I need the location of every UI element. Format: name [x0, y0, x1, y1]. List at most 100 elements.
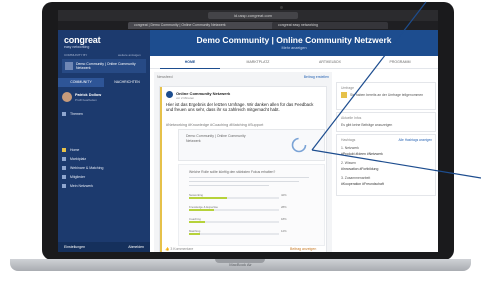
- sidebar-tabs: COMMUNITY NACHRICHTEN: [58, 78, 150, 87]
- survey-option-track: [189, 233, 279, 235]
- sidebar-item-themes[interactable]: Themen: [62, 110, 146, 118]
- community-more-link[interactable]: weitere anzeigen: [118, 53, 141, 57]
- like-icon[interactable]: 👍: [165, 247, 169, 251]
- profile-edit-link[interactable]: Profil bearbeiten: [75, 98, 97, 102]
- sidebar-item-label: Mein Netzwerk: [70, 184, 94, 188]
- survey-title: Welche Rolle sollte künftig den stärkste…: [189, 170, 276, 174]
- logout-button[interactable]: Abmelden: [128, 242, 144, 252]
- widget-text: Es gibt keine Beiträge anzuzeigen: [341, 123, 393, 127]
- members-icon: [62, 175, 66, 180]
- sidebar-item-label: Home: [70, 148, 80, 152]
- survey-option-track: [189, 197, 279, 199]
- sidebar-item-network[interactable]: Mein Netzwerk: [62, 182, 146, 190]
- widget-title: Umfrage: [341, 86, 355, 90]
- camera-icon: [280, 6, 283, 9]
- page-title: Demo Community | Online Community Netzwe…: [196, 35, 392, 45]
- hashtag-list[interactable]: #Innovation #Fortbildung: [341, 167, 378, 171]
- hashtag-group-title: 1. Netzwerk: [341, 146, 359, 150]
- tab-program[interactable]: PROGRAMM: [370, 56, 430, 68]
- survey-text-line: [189, 181, 299, 183]
- address-bar[interactable]: id.ussp.congreat.com: [208, 12, 298, 19]
- tab-home[interactable]: HOME: [160, 56, 220, 69]
- post-time: vor 2 Minuten: [176, 96, 195, 100]
- survey-option-percent: 18%: [281, 217, 287, 221]
- browser-tab-2[interactable]: congreat easy networking: [272, 22, 388, 29]
- hashtag-group-title: 3. Zusammenarbeit: [341, 176, 371, 180]
- logo-subtitle: easy networking: [64, 45, 90, 49]
- survey-option-bar: [189, 197, 227, 199]
- sidebar: congreat easy networking COMMUNITY BY we…: [58, 30, 150, 252]
- sidebar-item-label: Marktplatz: [70, 157, 87, 161]
- survey-option-percent: 42%: [281, 193, 287, 197]
- survey-text-line: [189, 177, 309, 179]
- header-more-link[interactable]: Mehr anzeigen: [150, 46, 438, 50]
- right-sidebar: Umfrage Sie haben bereits an der Umfrage…: [336, 72, 436, 252]
- network-icon: [62, 184, 66, 189]
- feed-header: Newsfeed Beitrag erstellen: [154, 72, 332, 82]
- create-post-button[interactable]: Beitrag erstellen: [304, 72, 329, 82]
- profile-name: Patrick Dollow: [75, 93, 102, 97]
- sidebar-item-label: Mitglieder: [70, 175, 86, 179]
- screen: id.ussp.congreat.com congreat | Demo Com…: [58, 10, 438, 252]
- sidebar-item-home[interactable]: Home: [62, 146, 146, 154]
- sidebar-footer: Einstellungen Abmelden: [58, 242, 150, 252]
- browser-toolbar: id.ussp.congreat.com: [58, 10, 438, 27]
- link-preview-title: Demo Community | Online Community Netzwe…: [186, 134, 246, 143]
- tab-community[interactable]: COMMUNITY: [58, 78, 104, 87]
- community-thumbnail: [65, 62, 73, 70]
- post-accent: [160, 87, 162, 252]
- survey-widget: Umfrage Sie haben bereits an der Umfrage…: [336, 82, 436, 110]
- survey-result: Welche Rolle sollte künftig den stärkste…: [178, 164, 325, 246]
- survey-text-line: [189, 185, 269, 187]
- home-icon: [62, 148, 66, 153]
- newsfeed: Newsfeed Beitrag erstellen Online Commun…: [154, 72, 332, 252]
- post-card: Online Community Netzwerk vor 2 Minuten …: [159, 86, 327, 252]
- community-selector[interactable]: Demo Community | Online Community Netzwe…: [62, 59, 146, 73]
- post-tags[interactable]: #Networking #Knowledge #Coaching #Matchi…: [166, 123, 263, 127]
- feed-label: Newsfeed: [157, 75, 173, 79]
- tab-marketplace[interactable]: MARKTPLATZ: [228, 56, 288, 68]
- marketplace-icon: [62, 157, 66, 162]
- page-header: Demo Community | Online Community Netzwe…: [150, 30, 438, 56]
- hashtags-widget: Hashtags Alle Hashtags anzeigen 1. Netzw…: [336, 134, 436, 196]
- tab-messages[interactable]: NACHRICHTEN: [104, 78, 150, 87]
- community-label: COMMUNITY BY: [64, 53, 88, 57]
- hashtag-list[interactable]: #Produkt #Ideen #Netzwerk: [341, 152, 383, 156]
- topics-icon: [62, 112, 66, 117]
- widget-text: Sie haben bereits an der Umfrage teilgen…: [350, 93, 424, 97]
- sidebar-item-label: Webinare & Matching: [70, 166, 104, 170]
- post-text: Hier ist das Ergebnis der letzten Umfrag…: [166, 102, 314, 113]
- sidebar-item-label: Themen: [70, 112, 83, 116]
- browser-tabs: congreat | Demo Community | Online Commu…: [58, 21, 438, 30]
- avatar: [62, 92, 72, 102]
- survey-option-track: [189, 221, 279, 223]
- survey-option-percent: 28%: [281, 205, 287, 209]
- browser-tab-1[interactable]: congreat | Demo Community | Online Commu…: [128, 22, 274, 29]
- survey-option-bar: [189, 233, 200, 235]
- community-logo-icon: [291, 137, 307, 153]
- survey-option-bar: [189, 209, 215, 211]
- all-hashtags-link[interactable]: Alle Hashtags anzeigen: [399, 138, 433, 142]
- hashtag-group-title: 2. Wissen: [341, 161, 356, 165]
- widget-title: Aktuelle Infos: [341, 116, 362, 120]
- webinar-icon: [62, 166, 66, 171]
- sidebar-item-members[interactable]: Mitglieder: [62, 173, 146, 181]
- post-avatar[interactable]: [166, 91, 173, 98]
- hashtag-list[interactable]: #Kooperation #Freundschaft: [341, 182, 384, 186]
- survey-icon: [341, 92, 347, 98]
- sidebar-item-webinars[interactable]: Webinare & Matching: [62, 164, 146, 172]
- comments-link[interactable]: 3 Kommentare: [170, 247, 193, 251]
- post-footer: 👍 3 Kommentare Beitrag anzeigen: [165, 247, 325, 251]
- survey-option-track: [189, 209, 279, 211]
- tab-articles[interactable]: ARTIKELBOX: [300, 56, 360, 68]
- survey-option-percent: 12%: [281, 229, 287, 233]
- settings-button[interactable]: Einstellungen: [64, 242, 85, 252]
- survey-option-bar: [189, 221, 206, 223]
- laptop-label: MacBook Air: [229, 262, 252, 267]
- laptop-base: MacBook Air: [10, 259, 471, 271]
- widget-title: Hashtags: [341, 138, 356, 142]
- link-preview[interactable]: Demo Community | Online Community Netzwe…: [178, 129, 325, 161]
- sidebar-item-marketplace[interactable]: Marktplatz: [62, 155, 146, 163]
- main-nav: HOME MARKTPLATZ ARTIKELBOX PROGRAMM: [150, 56, 438, 69]
- view-post-button[interactable]: Beitrag anzeigen: [290, 247, 316, 251]
